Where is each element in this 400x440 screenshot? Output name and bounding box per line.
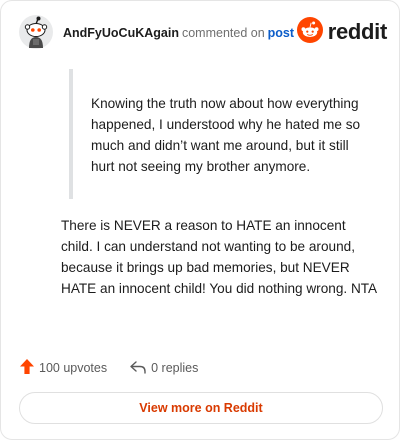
comment-body: There is NEVER a reason to HATE an innoc… — [61, 218, 378, 296]
upvote-arrow-icon — [19, 358, 35, 378]
view-more-button[interactable]: View more on Reddit — [19, 392, 383, 424]
embedded-comment-card: AndFyUoCuKAgaincommented onpost reddit — [0, 0, 400, 440]
author-name[interactable]: AndFyUoCuKAgain — [63, 26, 179, 40]
post-link[interactable]: post — [268, 26, 294, 40]
reddit-logo-icon — [296, 16, 323, 48]
quote-text: Knowing the truth now about how everythi… — [91, 96, 361, 174]
comment-header: AndFyUoCuKAgain commented on post reddit — [19, 15, 387, 55]
reply-arrow-icon — [129, 359, 147, 378]
comment-actions: 100 upvotes 0 replies — [19, 357, 198, 379]
author-line: AndFyUoCuKAgain commented on post — [63, 26, 294, 40]
commented-on-text: commented on — [181, 26, 265, 40]
snoo-avatar-icon[interactable] — [19, 15, 53, 49]
upvote-count: 100 upvotes — [39, 361, 108, 375]
reddit-wordmark: reddit — [327, 19, 388, 44]
upvote-button[interactable]: 100 upvotes — [19, 358, 107, 378]
quoted-text-block: Knowing the truth now about how everythi… — [69, 69, 369, 199]
replies-count: 0 replies — [151, 361, 199, 375]
reddit-brand[interactable]: reddit — [296, 16, 388, 48]
replies-button[interactable]: 0 replies — [129, 359, 198, 378]
